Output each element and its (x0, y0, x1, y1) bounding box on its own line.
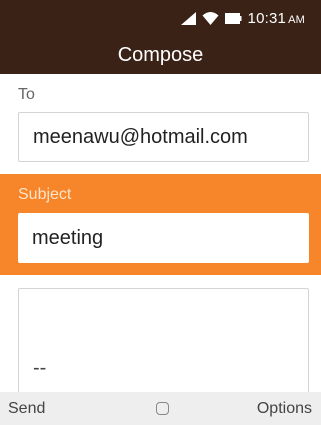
to-label: To (18, 86, 35, 103)
subject-field-value: meeting (32, 226, 104, 249)
softkey-bar: Send Options (0, 392, 321, 425)
subject-label: Subject (18, 186, 72, 203)
page-title: Compose (117, 43, 204, 66)
subject-field[interactable]: meeting (18, 213, 309, 263)
to-field[interactable]: meenawu@hotmail.com (18, 112, 309, 162)
send-softkey[interactable]: Send (8, 400, 45, 418)
to-field-value: meenawu@hotmail.com (33, 125, 248, 148)
signal-icon (180, 11, 196, 25)
status-icons: 10:31 AM (180, 9, 305, 27)
wifi-icon (202, 11, 219, 25)
clock-time: 10:31 (247, 9, 287, 27)
signature-separator: -- (33, 357, 47, 379)
battery-icon (224, 12, 242, 24)
status-clock: 10:31 AM (248, 10, 305, 27)
clock-ampm: AM (288, 13, 305, 26)
options-softkey[interactable]: Options (257, 400, 312, 418)
status-bar: 10:31 AM (0, 0, 321, 36)
subject-section: Subject meeting (0, 174, 321, 275)
select-circle-icon[interactable] (156, 402, 169, 415)
message-body-field[interactable]: -- (18, 288, 309, 398)
title-bar: Compose (0, 36, 321, 74)
